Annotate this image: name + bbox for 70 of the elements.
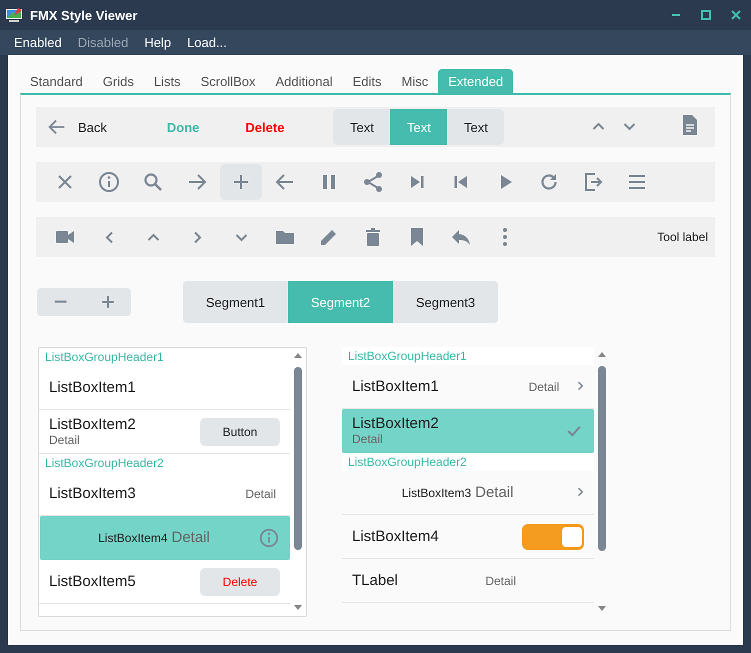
- tab[interactable]: Edits: [342, 69, 392, 93]
- scroll-down-arrow-icon[interactable]: [293, 602, 303, 612]
- tab[interactable]: Misc: [392, 69, 438, 93]
- chevron-right-icon: [192, 230, 202, 244]
- chevron-left-icon: [104, 230, 114, 244]
- menu-item[interactable]: Help: [136, 35, 180, 50]
- tab[interactable]: Standard: [20, 69, 93, 93]
- item-detail: Detail: [245, 486, 277, 500]
- chevron-up-icon: [146, 232, 160, 242]
- chevron-down-icon: [623, 122, 636, 131]
- list-item[interactable]: ListBoxItem2 Detail Button: [39, 410, 290, 454]
- maximize-icon[interactable]: [700, 9, 712, 21]
- group-header: ListBoxGroupHeader1: [45, 350, 164, 364]
- list-item[interactable]: ListBoxItem3 Detail: [342, 471, 594, 515]
- scrollbar-thumb[interactable]: [598, 366, 606, 551]
- chevron-down-icon: [234, 232, 248, 242]
- item-label: ListBoxItem1: [352, 378, 440, 395]
- group-header: ListBoxGroupHeader2: [348, 455, 467, 469]
- menu-item[interactable]: Enabled: [6, 35, 70, 50]
- toolbar-button[interactable]: [220, 164, 262, 200]
- app-icon: [6, 8, 22, 22]
- toolbar-action-button[interactable]: Delete: [241, 120, 288, 134]
- item-label: ListBoxItem3: [49, 485, 137, 502]
- item-detail: Detail: [485, 574, 516, 588]
- item-label: ListBoxItem4: [98, 531, 168, 545]
- item-detail: Detail: [352, 432, 384, 446]
- window-title: FMX Style Viewer: [30, 8, 138, 22]
- item-detail: Detail: [49, 433, 81, 447]
- minus-icon: [54, 300, 68, 304]
- item-detail: Detail: [528, 380, 560, 394]
- chevron-up-icon: [592, 122, 606, 131]
- item-label: ListBoxItem4: [352, 528, 440, 545]
- item-label: ListBoxItem3: [402, 486, 472, 500]
- toggle-switch[interactable]: [522, 524, 584, 550]
- more-vertical-icon: [502, 227, 508, 247]
- item-label: ListBoxItem1: [49, 379, 137, 396]
- share-icon: [361, 170, 385, 194]
- info-icon: [97, 170, 121, 194]
- list-item[interactable]: ListBoxItem5 Delete: [39, 560, 290, 604]
- back-button[interactable]: Back: [44, 116, 109, 138]
- list-item[interactable]: ListBoxItem4 Detail: [40, 516, 290, 560]
- segment-button[interactable]: Segment3: [393, 281, 498, 323]
- menu-item[interactable]: Load...: [179, 35, 235, 50]
- chevron-right-icon: [577, 487, 584, 497]
- item-label: ListBoxItem2: [352, 415, 440, 432]
- item-detail: Detail: [172, 529, 210, 546]
- scroll-up-arrow-icon[interactable]: [293, 351, 303, 361]
- close-icon[interactable]: [730, 9, 742, 21]
- info-icon: [258, 526, 280, 548]
- scroll-down-arrow-icon[interactable]: [597, 603, 607, 613]
- tab[interactable]: Additional: [265, 69, 343, 93]
- list-item[interactable]: TLabel Detail: [342, 559, 594, 603]
- tab[interactable]: Lists: [144, 69, 191, 93]
- group-header: ListBoxGroupHeader2: [45, 456, 164, 470]
- tab[interactable]: Grids: [92, 69, 144, 93]
- item-label: ListBoxItem5: [49, 573, 137, 590]
- item-detail: Detail: [475, 484, 514, 501]
- item-label: TLabel: [352, 572, 399, 589]
- list-item[interactable]: ListBoxItem2 Detail: [342, 409, 594, 453]
- segment-button[interactable]: Segment1: [183, 281, 288, 323]
- list-item-button[interactable]: Button: [200, 418, 280, 446]
- tab[interactable]: ScrollBox: [190, 69, 266, 93]
- list-item[interactable]: ListBoxItem1: [39, 366, 290, 410]
- scrollbar-thumb[interactable]: [294, 367, 302, 550]
- group-header: ListBoxGroupHeader1: [348, 349, 467, 363]
- item-label: ListBoxItem2: [49, 416, 137, 433]
- tool-label: Tool label: [657, 230, 708, 244]
- chevron-right-icon: [577, 381, 584, 391]
- scroll-up-arrow-icon[interactable]: [597, 350, 607, 360]
- list-item[interactable]: ListBoxItem4: [342, 515, 594, 559]
